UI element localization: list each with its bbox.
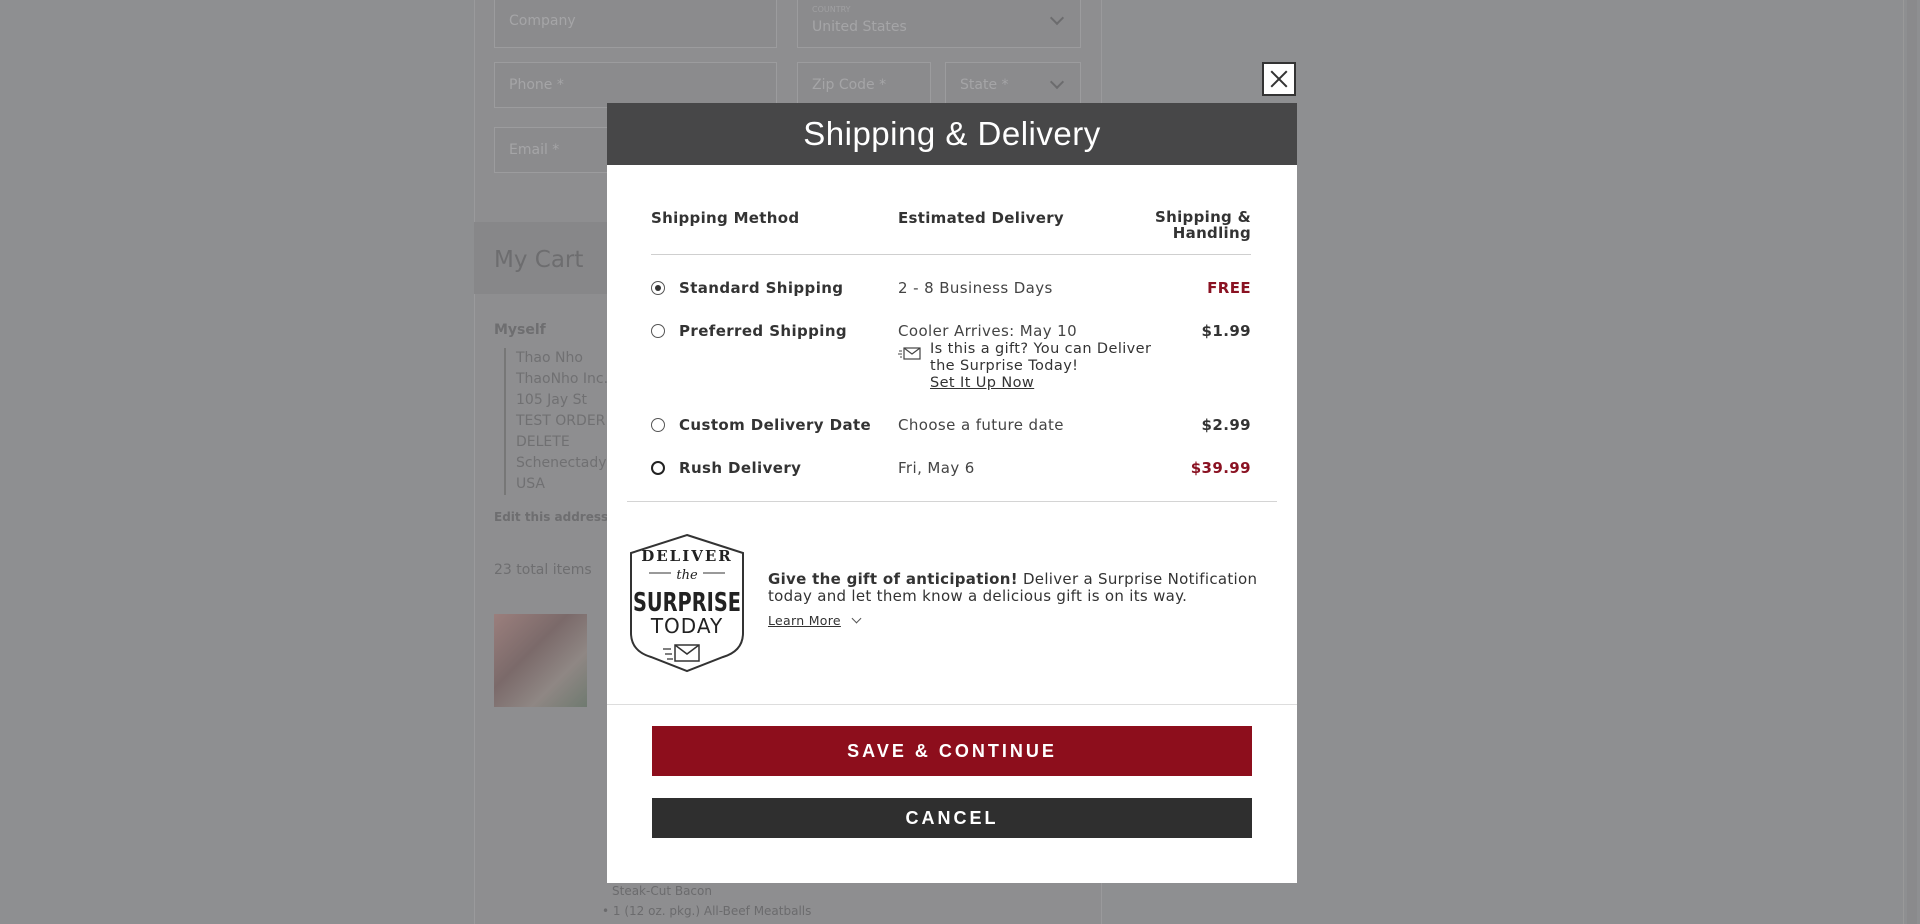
shipping-option-custom-date[interactable]: Custom Delivery Date Choose a future dat… — [651, 416, 1251, 436]
close-modal-button[interactable] — [1262, 62, 1296, 96]
edit-address-link: Edit this address — [494, 510, 609, 524]
page-scrollbar[interactable] — [1903, 0, 1920, 924]
set-it-up-now-link[interactable]: Set It Up Now — [930, 375, 1034, 392]
radio-standard[interactable] — [651, 281, 665, 295]
gift-prompt: Is this a gift? You can Deliver the Surp… — [898, 341, 1158, 392]
item-line: Steak-Cut Bacon — [612, 884, 712, 898]
recipient-label: Myself — [494, 322, 546, 338]
header-shipping-method: Shipping Method — [651, 209, 800, 227]
modal-title: Shipping & Delivery — [607, 103, 1297, 165]
email-field: Email * — [494, 127, 614, 173]
radio-custom-date[interactable] — [651, 418, 665, 432]
deliver-surprise-logo: DELIVER the SURPRISE TODAY — [630, 533, 744, 673]
product-thumbnail — [494, 614, 587, 707]
state-select: State * — [945, 62, 1081, 108]
envelope-icon — [898, 347, 921, 360]
svg-text:DELIVER: DELIVER — [641, 547, 733, 565]
company-field: Company — [494, 0, 777, 48]
chevron-down-icon — [1049, 74, 1065, 90]
shipping-option-rush[interactable]: Rush Delivery Fri, May 6 $39.99 — [651, 459, 1251, 479]
save-continue-button[interactable]: SAVE & CONTINUE — [652, 726, 1252, 776]
total-items: 23 total items — [494, 562, 592, 578]
section-divider — [607, 704, 1297, 705]
zip-field: Zip Code * — [797, 62, 931, 108]
shipping-table-header: Shipping Method Estimated Delivery Shipp… — [651, 209, 1251, 255]
country-select: COUNTRY United States — [797, 0, 1081, 48]
svg-text:the: the — [676, 568, 698, 583]
promo-text: Give the gift of anticipation! Deliver a… — [768, 570, 1258, 605]
learn-more-link[interactable]: Learn More — [768, 613, 841, 628]
section-divider — [627, 501, 1277, 502]
svg-text:TODAY: TODAY — [650, 614, 723, 638]
chevron-down-icon — [1049, 10, 1065, 26]
cart-title: My Cart — [494, 247, 584, 273]
item-line: • 1 (12 oz. pkg.) All-Beef Meatballs — [602, 904, 812, 918]
cancel-button[interactable]: CANCEL — [652, 798, 1252, 838]
radio-rush[interactable] — [651, 461, 665, 475]
scrollbar-thumb[interactable] — [1907, 0, 1917, 924]
chevron-down-icon[interactable] — [851, 613, 862, 624]
header-shipping-handling: Shipping & Handling — [1155, 208, 1251, 242]
header-estimated-delivery: Estimated Delivery — [898, 209, 1064, 227]
shipping-option-standard[interactable]: Standard Shipping 2 - 8 Business Days FR… — [651, 279, 1251, 299]
radio-preferred[interactable] — [651, 324, 665, 338]
shipping-option-preferred[interactable]: Preferred Shipping Cooler Arrives: May 1… — [651, 322, 1251, 392]
shipping-modal: Shipping & Delivery Shipping Method Esti… — [607, 103, 1297, 883]
address-block: Thao Nho ThaoNho Inc. 105 Jay St TEST OR… — [504, 348, 611, 495]
phone-field: Phone * — [494, 62, 777, 108]
